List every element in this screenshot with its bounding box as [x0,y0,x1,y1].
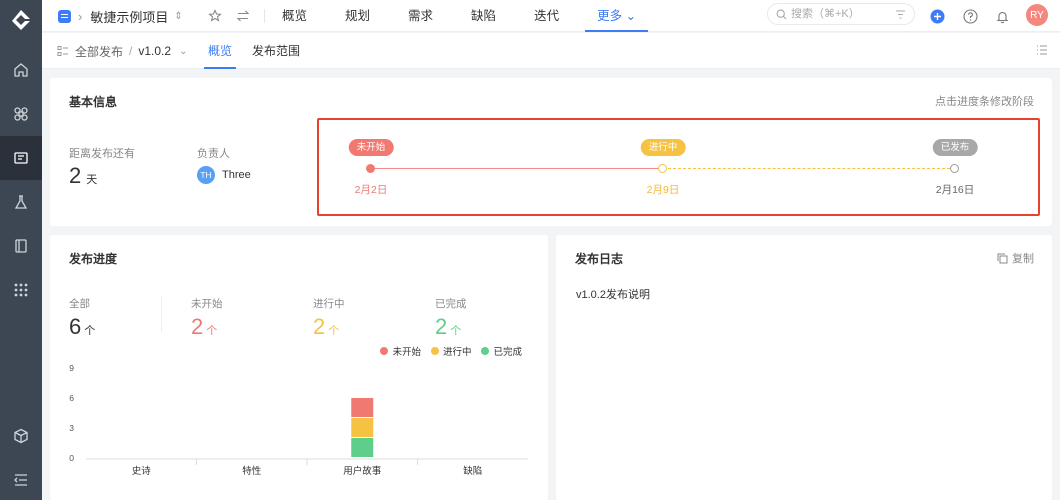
search-box[interactable] [767,3,915,25]
release-timeline[interactable]: 未开始 2月2日 进行中 2月9日 已发布 2月16日 [317,118,1040,216]
switch-icon[interactable] [229,0,257,32]
legend-not-started[interactable]: 未开始 [380,344,421,358]
days-left-value: 2天 [69,163,98,188]
top-nav: 概览 规划 需求 缺陷 迭代 更多 ⌄ [264,0,674,32]
x-tick-label: 特性 [242,465,262,477]
user-avatar[interactable]: RY [1026,4,1048,26]
y-tick-label: 9 [69,363,74,373]
timeline-segment-done [371,168,663,169]
search-icon [776,9,787,19]
stage-dot-in-progress[interactable] [658,164,667,173]
search-input[interactable] [791,8,881,20]
stage-date-released: 2月16日 [935,184,975,196]
nav-planning[interactable]: 规划 [345,0,370,32]
collapse-menu-icon[interactable] [0,458,42,500]
stage-date-in-progress: 2月9日 [646,184,680,196]
y-tick-label: 6 [69,393,74,403]
sub-tabs: 概览 发布范围 [203,33,320,69]
breadcrumb-all-releases[interactable]: 全部发布 [75,43,123,60]
release-progress-card: 发布进度 全部 6个 未开始 2个 进行中 2个 已完成 2个 未开始 进行中 … [50,235,548,500]
flask-icon[interactable] [0,180,42,224]
release-note: v1.0.2发布说明 [576,289,650,301]
nav-iterations[interactable]: 迭代 [534,0,559,32]
copy-button[interactable]: 复制 [997,250,1034,266]
nav-defects[interactable]: 缺陷 [471,0,496,32]
project-icon [58,9,71,23]
x-tick-label: 史诗 [132,465,152,477]
project-switcher[interactable]: › 敏捷示例项目 ⇕ [58,0,257,32]
stat-done[interactable]: 已完成 2个 [435,296,467,340]
project-name[interactable]: 敏捷示例项目 [90,7,168,26]
apps-grid-icon[interactable] [0,268,42,312]
stage-dot-not-started[interactable] [366,164,375,173]
sort-arrows-icon[interactable]: ⇕ [174,11,182,22]
owner-name: Three [222,169,251,181]
chart-legend: 未开始 进行中 已完成 [370,344,522,358]
chevron-down-icon[interactable]: ⌄ [179,46,187,57]
bar-segment [351,438,374,457]
owner-label: 负责人 [197,148,230,160]
release-list-icon [57,46,68,56]
tab-release-scope[interactable]: 发布范围 [252,33,300,69]
stage-dot-released[interactable] [950,164,959,173]
stat-not-started[interactable]: 未开始 2个 [191,296,223,340]
left-rail [0,0,42,500]
owner[interactable]: TH Three [197,166,251,184]
command-icon[interactable] [0,92,42,136]
x-tick-label: 缺陷 [463,465,482,477]
app-logo-icon[interactable] [8,8,34,34]
progress-bar-chart: 0 3 6 9 史诗 特性 用户故事 缺陷 [69,363,528,477]
timeline-segment-pending [663,168,955,169]
bar-segment [351,418,374,437]
stat-total[interactable]: 全部 6个 [69,296,95,340]
breadcrumb-version[interactable]: v1.0.2 [138,44,171,58]
legend-in-progress[interactable]: 进行中 [430,344,471,358]
book-icon[interactable] [0,224,42,268]
filter-icon[interactable] [895,9,906,20]
stage-date-not-started: 2月2日 [354,184,388,196]
stage-pill-in-progress[interactable]: 进行中 [640,139,686,156]
basic-info-card: 基本信息 点击进度条修改阶段 距离发布还有 2天 负责人 TH Three 未开… [50,78,1052,226]
stat-in-progress[interactable]: 进行中 2个 [313,296,345,340]
progress-title: 发布进度 [69,252,118,266]
timeline-hint: 点击进度条修改阶段 [935,96,1034,108]
tab-overview[interactable]: 概览 [203,33,237,69]
help-icon[interactable] [959,0,981,32]
nav-more[interactable]: 更多 ⌄ [585,0,649,32]
stage-pill-not-started[interactable]: 未开始 [348,139,394,156]
release-log-card: 发布日志 复制 v1.0.2发布说明 [556,235,1052,500]
x-tick-label: 用户故事 [343,465,382,477]
list-view-icon[interactable] [1036,44,1048,56]
nav-requirements[interactable]: 需求 [408,0,433,32]
sub-bar: 全部发布 / v1.0.2 ⌄ 概览 发布范围 [42,33,1060,69]
copy-icon [997,253,1008,263]
days-left-label: 距离发布还有 [69,148,135,160]
home-icon[interactable] [0,48,42,92]
y-tick-label: 0 [69,453,74,463]
owner-avatar: TH [197,166,215,184]
star-icon[interactable] [201,0,229,32]
add-circle-icon[interactable] [926,0,948,32]
release-icon[interactable] [0,136,42,180]
bell-icon[interactable] [991,0,1013,32]
chevron-down-icon: ⌄ [625,9,637,23]
legend-done[interactable]: 已完成 [481,344,522,358]
chevron-right-icon: › [78,8,83,24]
basic-info-title: 基本信息 [69,95,118,109]
bar-segment [351,398,374,417]
nav-overview[interactable]: 概览 [264,0,307,32]
breadcrumb: 全部发布 / v1.0.2 ⌄ [57,33,187,69]
top-bar: › 敏捷示例项目 ⇕ 概览 规划 需求 缺陷 迭代 更多 ⌄ RY [42,0,1060,32]
cube-icon[interactable] [0,414,42,458]
stage-pill-released[interactable]: 已发布 [932,139,978,156]
log-title: 发布日志 [575,252,624,266]
y-tick-label: 3 [69,423,74,433]
